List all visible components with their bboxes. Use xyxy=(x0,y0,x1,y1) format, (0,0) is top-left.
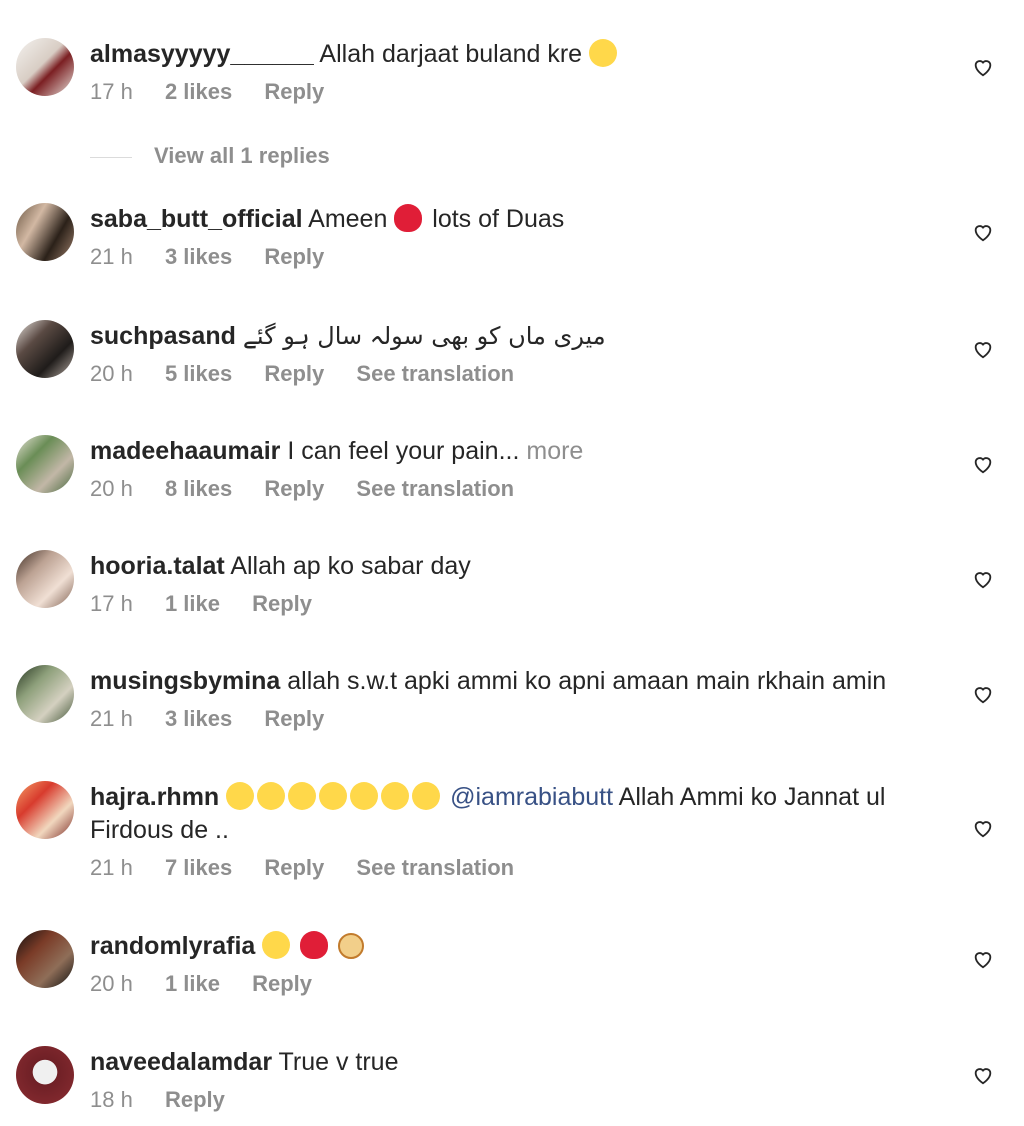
crying-face-emoji xyxy=(412,782,441,810)
comment-time: 17 h xyxy=(90,79,133,104)
heart-outline-icon[interactable] xyxy=(972,56,994,78)
avatar[interactable] xyxy=(16,320,74,378)
avatar[interactable] xyxy=(16,1046,74,1104)
comment-likes[interactable]: 7 likes xyxy=(165,855,232,880)
comment-time: 18 h xyxy=(90,1087,133,1112)
comment-text: allah s.w.t apki ammi ko apni amaan main… xyxy=(287,667,887,695)
reply-button[interactable]: Reply xyxy=(264,855,324,880)
see-translation-button[interactable]: See translation xyxy=(356,361,514,386)
comment-likes[interactable]: 3 likes xyxy=(165,706,232,731)
comment-likes[interactable]: 8 likes xyxy=(165,476,232,501)
reply-button[interactable]: Reply xyxy=(264,79,324,104)
red-heart-emoji xyxy=(394,204,423,232)
reply-button[interactable]: Reply xyxy=(264,244,324,269)
comment-time: 21 h xyxy=(90,244,133,269)
reply-button[interactable]: Reply xyxy=(165,1087,225,1112)
comment-text-a: Ameen xyxy=(308,205,388,233)
comment-username[interactable]: naveedalamdar xyxy=(90,1048,272,1076)
heart-outline-icon[interactable] xyxy=(972,453,994,475)
heart-outline-icon[interactable] xyxy=(972,1064,994,1086)
crying-face-emoji xyxy=(381,782,410,810)
crying-face-emoji xyxy=(319,782,348,810)
prayer-beads-emoji xyxy=(338,933,365,959)
comment-text: Allah darjaat buland kre xyxy=(319,40,583,68)
pleading-face-emoji xyxy=(589,39,618,67)
comment-username[interactable]: randomlyrafia xyxy=(90,932,255,960)
comment-time: 21 h xyxy=(90,855,133,880)
divider xyxy=(90,156,132,158)
comment-username[interactable]: musingsbymina xyxy=(90,667,280,695)
comment-time: 20 h xyxy=(90,971,133,996)
reply-button[interactable]: Reply xyxy=(252,591,312,616)
avatar[interactable] xyxy=(16,38,74,96)
crying-face-emoji xyxy=(257,782,286,810)
comment-username[interactable]: saba_butt_official xyxy=(90,205,303,233)
avatar[interactable] xyxy=(16,781,74,839)
crying-face-emoji xyxy=(350,782,379,810)
comment-text: I can feel your pain... xyxy=(287,437,520,465)
comment-time: 20 h xyxy=(90,476,133,501)
heart-outline-icon[interactable] xyxy=(972,568,994,590)
comment-likes[interactable]: 2 likes xyxy=(165,79,232,104)
heart-outline-icon[interactable] xyxy=(972,817,994,839)
reply-button[interactable]: Reply xyxy=(264,706,324,731)
avatar[interactable] xyxy=(16,550,74,608)
comment-username[interactable]: madeehaaumair xyxy=(90,437,280,465)
heart-outline-icon[interactable] xyxy=(972,221,994,243)
comment-time: 21 h xyxy=(90,706,133,731)
comment-username[interactable]: almasyyyyy______ xyxy=(90,40,314,68)
view-replies-label: View all 1 replies xyxy=(154,143,330,168)
comment-likes[interactable]: 1 like xyxy=(165,971,220,996)
avatar[interactable] xyxy=(16,930,74,988)
comment-text: Allah ap ko sabar day xyxy=(230,552,471,580)
avatar[interactable] xyxy=(16,203,74,261)
crying-face-emoji xyxy=(288,782,317,810)
comment-username[interactable]: suchpasand xyxy=(90,322,236,350)
comment-likes[interactable]: 5 likes xyxy=(165,361,232,386)
heart-outline-icon[interactable] xyxy=(972,683,994,705)
comment-text: میری ماں کو بھی سولہ سال ہو گئے xyxy=(242,322,606,350)
comment-time: 20 h xyxy=(90,361,133,386)
heart-outline-icon[interactable] xyxy=(972,948,994,970)
avatar[interactable] xyxy=(16,435,74,493)
see-translation-button[interactable]: See translation xyxy=(356,855,514,880)
red-heart-emoji xyxy=(300,931,329,959)
comment-username[interactable]: hooria.talat xyxy=(90,552,225,580)
comment-text: True v true xyxy=(278,1048,399,1076)
crying-face-emoji xyxy=(262,931,291,959)
reply-button[interactable]: Reply xyxy=(264,361,324,386)
comment-likes[interactable]: 1 like xyxy=(165,591,220,616)
more-button[interactable]: more xyxy=(526,437,583,465)
comment-text-b: lots of Duas xyxy=(432,205,565,233)
comment-likes[interactable]: 3 likes xyxy=(165,244,232,269)
crying-face-emoji xyxy=(226,782,255,810)
heart-outline-icon[interactable] xyxy=(972,338,994,360)
comment-time: 17 h xyxy=(90,591,133,616)
mention-link[interactable]: @iamrabiabutt xyxy=(450,783,613,811)
reply-button[interactable]: Reply xyxy=(252,971,312,996)
comment-username[interactable]: hajra.rhmn xyxy=(90,783,219,811)
view-replies-button[interactable]: View all 1 replies xyxy=(90,143,330,169)
reply-button[interactable]: Reply xyxy=(264,476,324,501)
avatar[interactable] xyxy=(16,665,74,723)
see-translation-button[interactable]: See translation xyxy=(356,476,514,501)
